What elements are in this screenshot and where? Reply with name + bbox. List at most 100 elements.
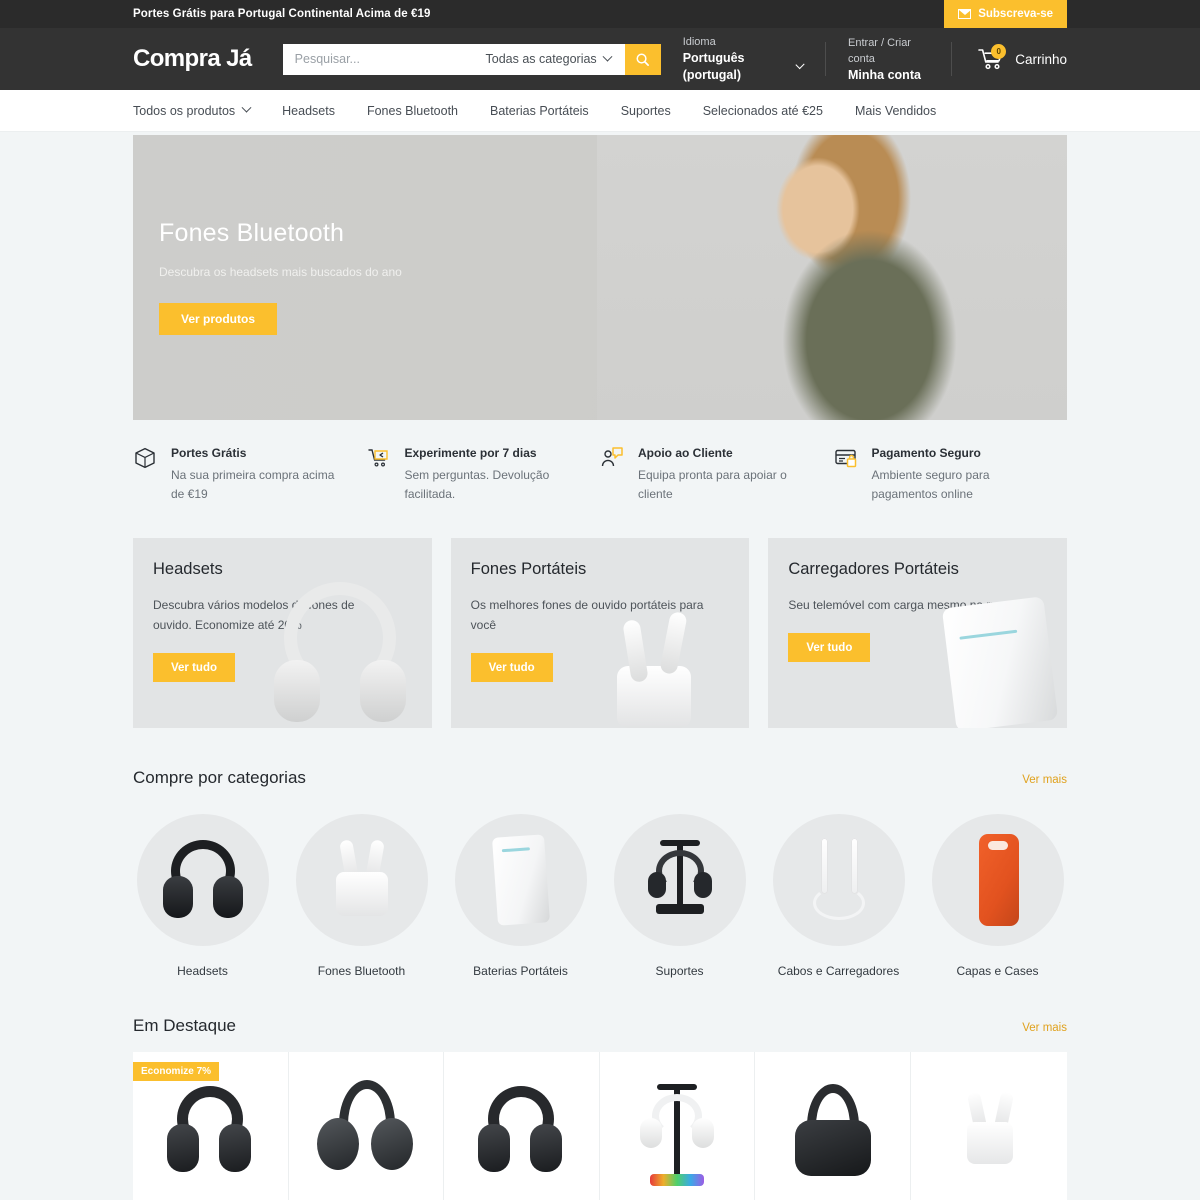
benefit-desc: Ambiente seguro para pagamentos online <box>871 468 990 501</box>
language-value: Português (portugal) <box>682 51 745 82</box>
nav-item-todos-os-produtos[interactable]: Todos os produtos <box>133 102 252 118</box>
subscribe-label: Subscreva-se <box>978 8 1053 20</box>
category-label: Suportes <box>655 964 704 978</box>
promo-cards-row: Headsets Descubra vários modelos de fone… <box>133 538 1068 728</box>
promo-card-carregadores[interactable]: Carregadores Portáteis Seu telemóvel com… <box>768 538 1068 728</box>
categories-section-header: Compre por categorias Ver mais <box>133 768 1067 788</box>
promo-image-headphones <box>252 578 432 728</box>
promo-card-headsets[interactable]: Headsets Descubra vários modelos de fone… <box>133 538 432 728</box>
categories-row: Headsets Fones Bluetooth Baterias Portát… <box>133 814 1067 978</box>
nav-label: Headsets <box>282 103 335 118</box>
category-item-capas-cases[interactable]: Capas e Cases <box>928 814 1067 978</box>
category-item-cabos-carregadores[interactable]: Cabos e Carregadores <box>769 814 908 978</box>
product-card[interactable] <box>599 1052 756 1200</box>
nav-label: Fones Bluetooth <box>366 103 459 118</box>
search-category-select[interactable]: Todas as categorias <box>481 43 625 75</box>
primary-nav: Todos os produtos Headsets Fones Bluetoo… <box>0 90 1200 132</box>
category-label: Headsets <box>177 964 228 978</box>
account-label: Entrar / Criar conta <box>848 36 911 65</box>
category-item-baterias-portateis[interactable]: Baterias Portáteis <box>451 814 590 978</box>
category-label: Fones Bluetooth <box>317 964 406 978</box>
nav-item-suportes[interactable]: Suportes <box>621 104 671 118</box>
product-card[interactable] <box>755 1052 911 1200</box>
hero-subtitle: Descubra os headsets mais buscados do an… <box>159 265 402 279</box>
hero-content: Fones Bluetooth Descubra os headsets mai… <box>159 219 402 335</box>
hero-image <box>597 135 1067 420</box>
benefit-desc: Sem perguntas. Devolução facilitada. <box>404 468 550 501</box>
subscribe-button[interactable]: Subscreva-se <box>944 0 1067 28</box>
site-header: Compra Já Todas as categorias Idioma Por… <box>0 28 1200 90</box>
product-image <box>755 1072 910 1200</box>
hero-cta-button[interactable]: Ver produtos <box>159 303 278 335</box>
nav-item-baterias-portateis[interactable]: Baterias Portáteis <box>490 104 589 118</box>
product-image <box>444 1072 599 1200</box>
promo-card-fones-portateis[interactable]: Fones Portáteis Os melhores fones de ouv… <box>450 538 750 728</box>
categories-title: Compre por categorias <box>133 768 306 787</box>
featured-products-row: Economize 7% <box>133 1052 1067 1200</box>
promo-cta-button[interactable]: Ver tudo <box>153 653 236 682</box>
nav-item-mais-vendidos[interactable]: Mais Vendidos <box>855 104 936 118</box>
nav-item-fones-bluetooth[interactable]: Fones Bluetooth <box>367 104 458 118</box>
search-category-label: Todas as categorias <box>485 52 597 66</box>
nav-label: Todos os produtos <box>133 103 236 118</box>
chevron-down-icon <box>795 59 805 69</box>
category-image-phone-case <box>931 814 1064 946</box>
search-bar: Todas as categorias <box>282 43 661 75</box>
nav-label: Suportes <box>620 103 671 118</box>
category-label: Cabos e Carregadores <box>777 964 900 978</box>
product-card[interactable] <box>910 1052 1067 1200</box>
category-image-headsets <box>136 814 269 946</box>
cart-label: Carrinho <box>1015 51 1067 67</box>
logo[interactable]: Compra Já <box>133 45 252 73</box>
promo-title: Fones Portáteis <box>470 560 587 578</box>
promo-cta-button[interactable]: Ver tudo <box>788 633 871 662</box>
category-image-stand <box>613 814 746 946</box>
promo-image-earbuds <box>569 578 749 728</box>
benefit-title: Experimente por 7 dias <box>404 446 537 460</box>
category-item-headsets[interactable]: Headsets <box>133 814 272 978</box>
categories-see-more-link[interactable]: Ver mais <box>1022 774 1067 786</box>
benefits-row: Portes Grátis Na sua primeira compra aci… <box>133 444 1067 504</box>
language-label: Idioma <box>682 36 716 48</box>
benefit-desc: Na sua primeira compra acima de €19 <box>171 468 335 501</box>
product-card[interactable] <box>288 1052 445 1200</box>
category-item-fones-bluetooth[interactable]: Fones Bluetooth <box>292 814 431 978</box>
benefit-experimente: Experimente por 7 dias Sem perguntas. De… <box>367 444 601 504</box>
announcement-bar: Portes Grátis para Portugal Continental … <box>0 0 1200 28</box>
secure-card-icon <box>834 444 858 504</box>
promo-cta-button[interactable]: Ver tudo <box>470 653 553 682</box>
support-person-icon <box>600 444 624 504</box>
cart-return-icon <box>367 444 391 504</box>
product-image <box>911 1072 1067 1200</box>
featured-see-more-link[interactable]: Ver mais <box>1022 1022 1067 1034</box>
hero-banner[interactable]: Fones Bluetooth Descubra os headsets mai… <box>133 135 1067 420</box>
featured-section-header: Em Destaque Ver mais <box>133 1016 1067 1036</box>
nav-label: Selecionados até €25 <box>702 103 823 118</box>
search-input[interactable] <box>282 43 482 75</box>
box-icon <box>133 444 157 504</box>
shopping-cart-icon: 0 <box>978 44 1007 70</box>
category-item-suportes[interactable]: Suportes <box>610 814 749 978</box>
product-image <box>600 1072 755 1200</box>
language-selector[interactable]: Idioma Português (portugal) <box>661 34 825 84</box>
cart-button[interactable]: 0 Carrinho <box>952 44 1067 70</box>
search-button[interactable] <box>624 43 661 75</box>
benefit-desc: Equipa pronta para apoiar o cliente <box>638 468 787 501</box>
hero-title: Fones Bluetooth <box>159 219 345 247</box>
benefit-title: Apoio ao Cliente <box>638 446 733 460</box>
nav-label: Mais Vendidos <box>854 103 937 118</box>
page-root: Portes Grátis para Portugal Continental … <box>0 0 1200 1200</box>
chevron-down-icon <box>241 102 252 113</box>
category-label: Capas e Cases <box>956 964 1039 978</box>
announcement-text: Portes Grátis para Portugal Continental … <box>133 8 431 20</box>
benefit-portes-gratis: Portes Grátis Na sua primeira compra aci… <box>133 444 367 504</box>
account-menu[interactable]: Entrar / Criar conta Minha conta <box>826 35 951 84</box>
featured-title: Em Destaque <box>133 1016 236 1035</box>
nav-item-selecionados[interactable]: Selecionados até €25 <box>703 104 823 118</box>
nav-item-headsets[interactable]: Headsets <box>282 104 335 118</box>
category-image-power-bank <box>454 814 587 946</box>
product-card[interactable]: Economize 7% <box>133 1052 289 1200</box>
product-card[interactable] <box>444 1052 600 1200</box>
chevron-down-icon <box>602 51 613 62</box>
nav-label: Baterias Portáteis <box>490 103 589 118</box>
